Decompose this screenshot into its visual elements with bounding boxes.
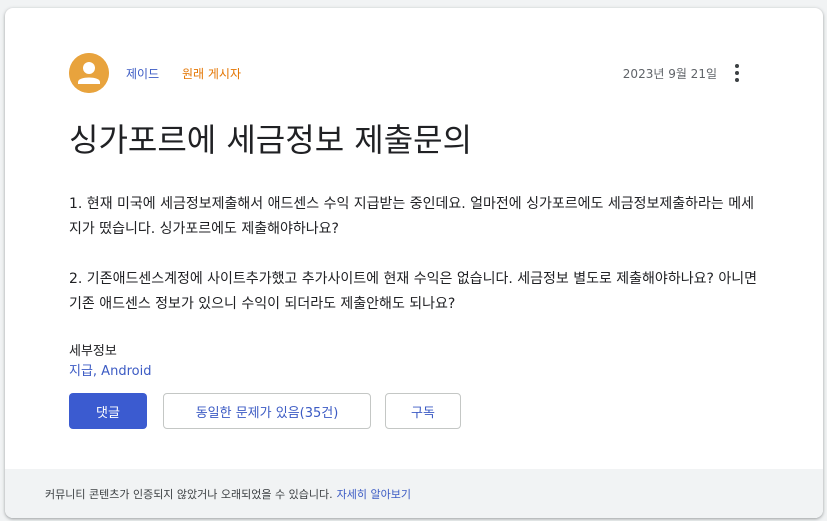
question-card: 제이드 원래 게시자 2023년 9월 21일 싱가포르에 세금정보 제출문의 … bbox=[5, 8, 823, 518]
avatar[interactable] bbox=[69, 53, 109, 93]
post-date: 2023년 9월 21일 bbox=[622, 67, 717, 81]
page-title: 싱가포르에 세금정보 제출문의 bbox=[69, 121, 473, 159]
same-issue-button[interactable]: 동일한 문제가 있음(35건) bbox=[163, 393, 371, 429]
post-paragraph: 2. 기존애드센스계정에 사이트추가했고 추가사이트에 현재 수익은 없습니다.… bbox=[69, 271, 757, 312]
post-paragraph: 1. 현재 미국에 세금정보제출해서 애드센스 수익 지급받는 중인데요. 얼마… bbox=[69, 196, 754, 237]
details-tags[interactable]: 지급, Android bbox=[69, 360, 151, 379]
reply-button[interactable]: 댓글 bbox=[69, 393, 147, 429]
post-header: 제이드 원래 게시자 2023년 9월 21일 bbox=[69, 53, 759, 93]
community-notice: 커뮤니티 콘텐츠가 인증되지 않았거나 오래되었을 수 있습니다. 자세히 알아… bbox=[5, 469, 823, 518]
person-icon bbox=[69, 53, 109, 93]
author-name[interactable]: 제이드 bbox=[126, 65, 159, 82]
learn-more-link[interactable]: 자세히 알아보기 bbox=[337, 486, 411, 502]
post-body: 1. 현재 미국에 세금정보제출해서 애드센스 수익 지급받는 중인데요. 얼마… bbox=[69, 192, 759, 342]
subscribe-button[interactable]: 구독 bbox=[385, 393, 461, 429]
notice-text: 커뮤니티 콘텐츠가 인증되지 않았거나 오래되었을 수 있습니다. bbox=[45, 487, 333, 501]
more-vert-icon[interactable] bbox=[725, 61, 749, 85]
original-poster-badge: 원래 게시자 bbox=[182, 67, 242, 81]
details-label: 세부정보 bbox=[69, 344, 117, 359]
